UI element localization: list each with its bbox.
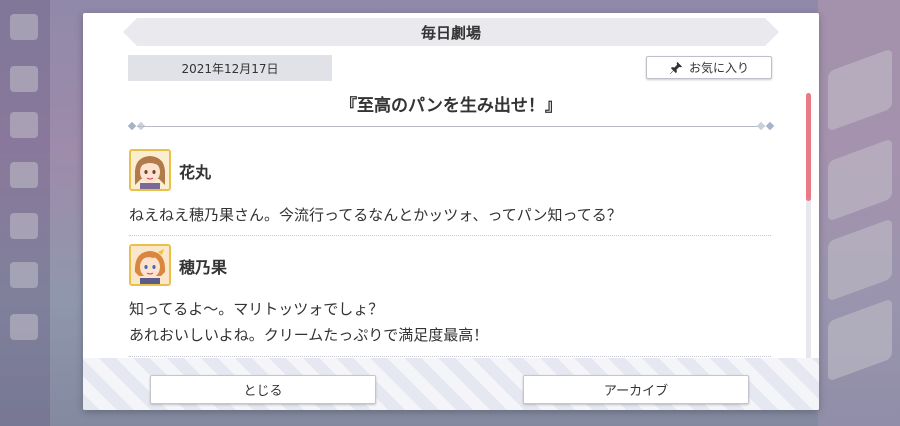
speaker-name: 穂乃果 (179, 258, 228, 277)
close-button[interactable]: とじる (150, 375, 376, 404)
divider-ornament (765, 121, 775, 131)
dialogue-line: 知ってるよ～。マリトッツォでしょ？ (129, 300, 384, 318)
story-title: 『至高のパンを生み出せ！』 (340, 96, 562, 116)
dialog-footer: とじる アーカイブ (83, 358, 819, 410)
scrollbar-thumb[interactable] (806, 93, 811, 201)
date-label: 2021年12月17日 (128, 55, 332, 81)
divider-ornament (127, 121, 137, 131)
character-avatar-hanamaru (129, 149, 171, 191)
favorite-button[interactable]: お気に入り (646, 56, 772, 79)
character-avatar-honoka (129, 244, 171, 286)
divider-ornament (756, 121, 766, 131)
scrollbar[interactable] (806, 93, 811, 363)
speaker-name: 花丸 (179, 163, 212, 182)
archive-button[interactable]: アーカイブ (523, 375, 749, 404)
pin-icon (670, 61, 683, 74)
favorite-label: お気に入り (688, 61, 749, 75)
title-divider (127, 121, 775, 131)
daily-theater-dialog: 毎日劇場 2021年12月17日 お気に入り 『至高のパンを生み出せ！』 花丸 … (83, 13, 819, 410)
dialogue-line: ねえねえ穂乃果さん。今流行ってるなんとかッツォ、ってパン知ってる？ (129, 206, 622, 224)
entry-divider (129, 235, 771, 236)
dialogue-line: あれおいしいよね。クリームたっぷりで満足度最高！ (129, 326, 489, 344)
entry-divider (129, 356, 771, 357)
line (137, 126, 765, 127)
dialog-title: 毎日劇場 (123, 18, 779, 46)
